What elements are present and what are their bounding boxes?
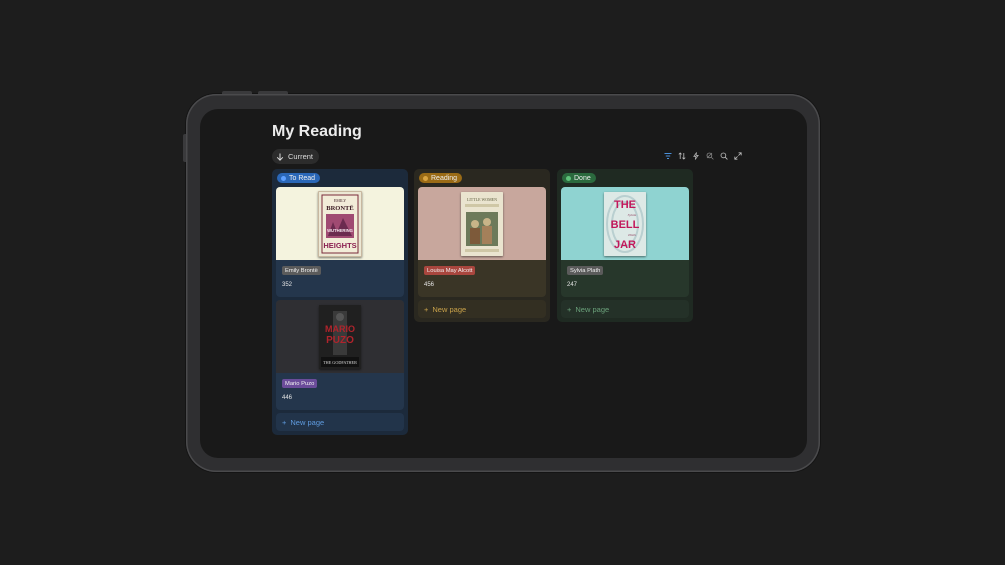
status-dot-icon [423,175,428,181]
board-column-done: Done THE BELL JAR Sylvia Plath Sylvia Pl… [557,169,693,322]
status-label: To Read [289,174,316,182]
plus-icon: + [282,417,287,427]
page-title: My Reading [272,123,362,140]
card-cover: LITTLE WOMEN [418,187,546,260]
page-count: 456 [424,282,435,288]
svg-text:EMILY: EMILY [334,198,346,203]
status-label: Done [574,174,591,182]
svg-text:Plath: Plath [627,233,636,237]
status-badge: Done [562,173,596,183]
page-count: 352 [282,282,293,288]
book-cover-image: THE BELL JAR Sylvia Plath [604,191,646,256]
device-button [222,91,252,94]
view-tab-current[interactable]: Current [272,149,320,164]
status-label: Reading [431,174,458,182]
author-tag: Mario Puzo [282,379,318,388]
book-cover-image: MARIO PUZO THE GODFATHER [319,304,361,369]
svg-text:THE: THE [614,199,636,211]
new-page-label: New page [575,304,610,314]
card-cover: THE BELL JAR Sylvia Plath [561,187,689,260]
search-off-icon[interactable] [705,151,714,160]
filter-icon[interactable] [663,151,672,160]
new-page-button[interactable]: + New page [561,300,689,318]
board-column-to-read: To Read EMILY BRONTË WUTHERING HEIGHTS E… [272,169,408,435]
svg-text:THE GODFATHER: THE GODFATHER [323,360,357,365]
expand-icon[interactable] [733,151,742,160]
board-card[interactable]: EMILY BRONTË WUTHERING HEIGHTS Emily Bro… [276,187,404,297]
svg-text:JAR: JAR [614,239,636,251]
view-tab-label: Current [288,152,314,161]
sort-icon[interactable] [677,151,686,160]
board-column-reading: Reading LITTLE WOMEN Louisa May Alcott 4… [414,169,550,322]
app-screen: My Reading Current To Read EMILY BRONTË … [200,109,807,458]
svg-text:PUZO: PUZO [326,335,354,346]
svg-text:HEIGHTS: HEIGHTS [323,241,356,250]
board-card[interactable]: LITTLE WOMEN Louisa May Alcott 456 [418,187,546,297]
new-page-label: New page [432,304,467,314]
tablet-frame: My Reading Current To Read EMILY BRONTË … [183,91,820,472]
new-page-button[interactable]: + New page [276,413,404,431]
database-toolbar [663,151,742,160]
status-badge: To Read [277,173,321,183]
author-tag: Louisa May Alcott [424,266,476,275]
author-tag: Emily Brontë [282,266,321,275]
author-tag: Sylvia Plath [567,266,604,275]
device-button [183,134,186,162]
board-card[interactable]: THE BELL JAR Sylvia Plath Sylvia Plath 2… [561,187,689,297]
svg-text:WUTHERING: WUTHERING [327,228,353,233]
card-cover: EMILY BRONTË WUTHERING HEIGHTS [276,187,404,260]
new-page-button[interactable]: + New page [418,300,546,318]
new-page-label: New page [290,417,325,427]
lightning-icon[interactable] [691,151,700,160]
status-dot-icon [566,175,571,181]
page-count: 446 [282,395,293,401]
search-icon[interactable] [719,151,728,160]
svg-text:MARIO: MARIO [325,324,355,334]
plus-icon: + [567,304,572,314]
status-dot-icon [281,175,286,181]
arrow-down-icon [276,153,284,161]
book-cover-image: EMILY BRONTË WUTHERING HEIGHTS [318,190,362,257]
book-cover-image: LITTLE WOMEN [461,191,503,256]
device-button [258,91,288,94]
svg-text:Sylvia: Sylvia [628,213,637,217]
svg-text:BRONTË: BRONTË [326,205,353,212]
svg-text:BELL: BELL [611,219,640,231]
board-card[interactable]: MARIO PUZO THE GODFATHER Mario Puzo 446 [276,300,404,410]
card-cover: MARIO PUZO THE GODFATHER [276,300,404,373]
plus-icon: + [424,304,429,314]
page-count: 247 [567,282,578,288]
svg-text:LITTLE WOMEN: LITTLE WOMEN [467,197,497,202]
status-badge: Reading [419,173,463,183]
